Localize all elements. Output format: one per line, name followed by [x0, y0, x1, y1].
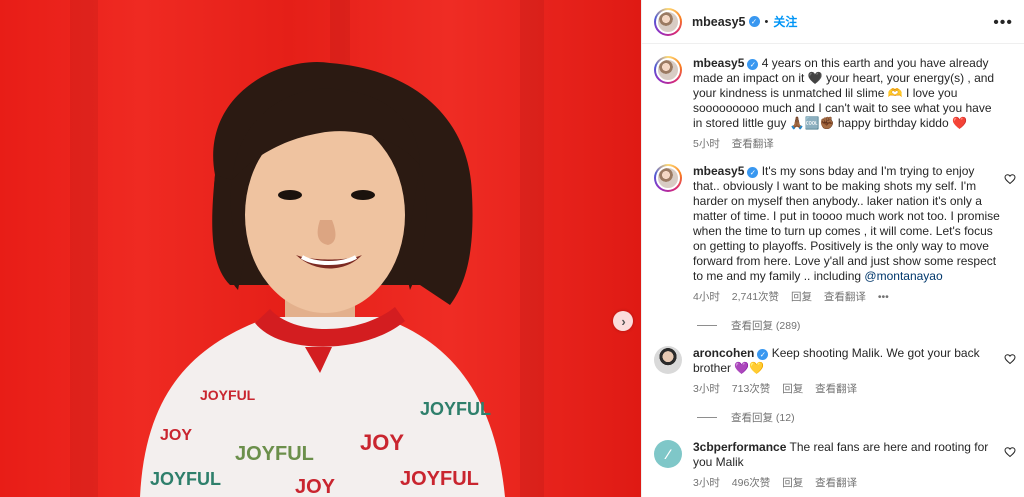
reply-button[interactable]: 回复 — [791, 291, 812, 303]
comment-item: ⁄ 3cbperformance The real fans are here … — [654, 440, 1009, 491]
verified-badge-icon: ✓ — [757, 349, 769, 361]
sweater-print-joy: JOY — [295, 476, 336, 497]
comment-likes[interactable]: 713次赞 — [732, 383, 771, 395]
next-media-button[interactable]: › — [613, 311, 633, 331]
caption-avatar[interactable] — [654, 56, 682, 84]
view-replies-button[interactable]: 查看回复 (12) — [697, 410, 795, 425]
commenter-avatar[interactable] — [654, 164, 682, 192]
commenter-avatar[interactable] — [654, 346, 682, 374]
sweater-print-joyful: JOYFUL — [400, 468, 479, 490]
comment-time[interactable]: 4小时 — [693, 291, 720, 303]
comment-likes[interactable]: 2,741次赞 — [732, 291, 779, 303]
view-replies-button[interactable]: 查看回复 (289) — [697, 318, 800, 333]
caption-username[interactable]: mbeasy5 — [693, 56, 744, 70]
comment-time[interactable]: 3小时 — [693, 383, 720, 395]
translate-link[interactable]: 查看翻译 — [824, 291, 866, 303]
separator-dot: • — [764, 15, 769, 28]
sweater-print-joyful: JOYFUL — [420, 399, 491, 419]
post-side-panel: mbeasy5 ✓ • 关注 ••• mbeasy5 ✓ 4 years on t… — [641, 0, 1024, 497]
commenter-username[interactable]: mbeasy5 — [693, 164, 744, 178]
sweater-print-joy: JOY — [360, 430, 404, 455]
verified-badge-icon: ✓ — [748, 16, 760, 27]
comment-time[interactable]: 3小时 — [693, 477, 720, 489]
comment-options-icon[interactable]: ••• — [878, 291, 889, 303]
post-media[interactable]: JOY JOYFUL JOY JOYFUL JOYFUL JOY JOYFUL … — [0, 0, 641, 497]
comment-item: aroncohen ✓ Keep shooting Malik. We got y… — [654, 346, 1009, 397]
like-heart-icon[interactable] — [1004, 173, 1016, 185]
verified-badge-icon: ✓ — [747, 59, 759, 71]
follow-button[interactable]: 关注 — [773, 13, 797, 30]
translate-link[interactable]: 查看翻译 — [815, 477, 857, 489]
sweater-print-joyful: JOYFUL — [150, 469, 221, 489]
commenter-username[interactable]: 3cbperformance — [693, 440, 786, 454]
post-viewer: JOY JOYFUL JOY JOYFUL JOYFUL JOY JOYFUL … — [0, 0, 1024, 497]
chevron-right-icon: › — [621, 313, 626, 329]
reply-button[interactable]: 回复 — [782, 477, 803, 489]
like-heart-icon[interactable] — [1004, 446, 1016, 458]
comment-emojis: 💜💛 — [734, 361, 765, 375]
post-caption: mbeasy5 ✓ 4 years on this earth and you h… — [654, 56, 1009, 152]
sweater-print-joyful: JOYFUL — [200, 387, 256, 403]
caption-time[interactable]: 5小时 — [693, 138, 720, 150]
author-avatar[interactable] — [654, 7, 682, 36]
mention-link[interactable]: @montanayao — [864, 269, 942, 283]
like-heart-icon[interactable] — [1004, 353, 1016, 365]
reply-button[interactable]: 回复 — [782, 383, 803, 395]
translate-link[interactable]: 查看翻译 — [732, 138, 774, 150]
view-replies-label: 查看回复 (12) — [731, 412, 795, 424]
verified-badge-icon: ✓ — [747, 167, 759, 179]
comment-text: It's my sons bday and I'm trying to enjo… — [693, 164, 1000, 283]
commenter-avatar[interactable]: ⁄ — [654, 440, 682, 468]
commenter-username[interactable]: aroncohen — [693, 346, 754, 360]
view-replies-label: 查看回复 (289) — [731, 320, 801, 332]
brand-logo-icon: ⁄ — [666, 446, 670, 462]
sweater-print-joyful: JOYFUL — [235, 443, 314, 465]
comment-item: mbeasy5 ✓ It's my sons bday and I'm tryin… — [654, 164, 1009, 305]
translate-link[interactable]: 查看翻译 — [815, 383, 857, 395]
sweater-print-joy: JOY — [160, 427, 192, 444]
author-username[interactable]: mbeasy5 — [692, 15, 746, 29]
child-photo: JOY JOYFUL JOY JOYFUL JOYFUL JOY JOYFUL … — [140, 61, 505, 497]
comment-likes[interactable]: 496次赞 — [732, 477, 771, 489]
more-horizontal-icon[interactable]: ••• — [993, 14, 1013, 32]
post-header: mbeasy5 ✓ • 关注 ••• — [642, 0, 1024, 44]
